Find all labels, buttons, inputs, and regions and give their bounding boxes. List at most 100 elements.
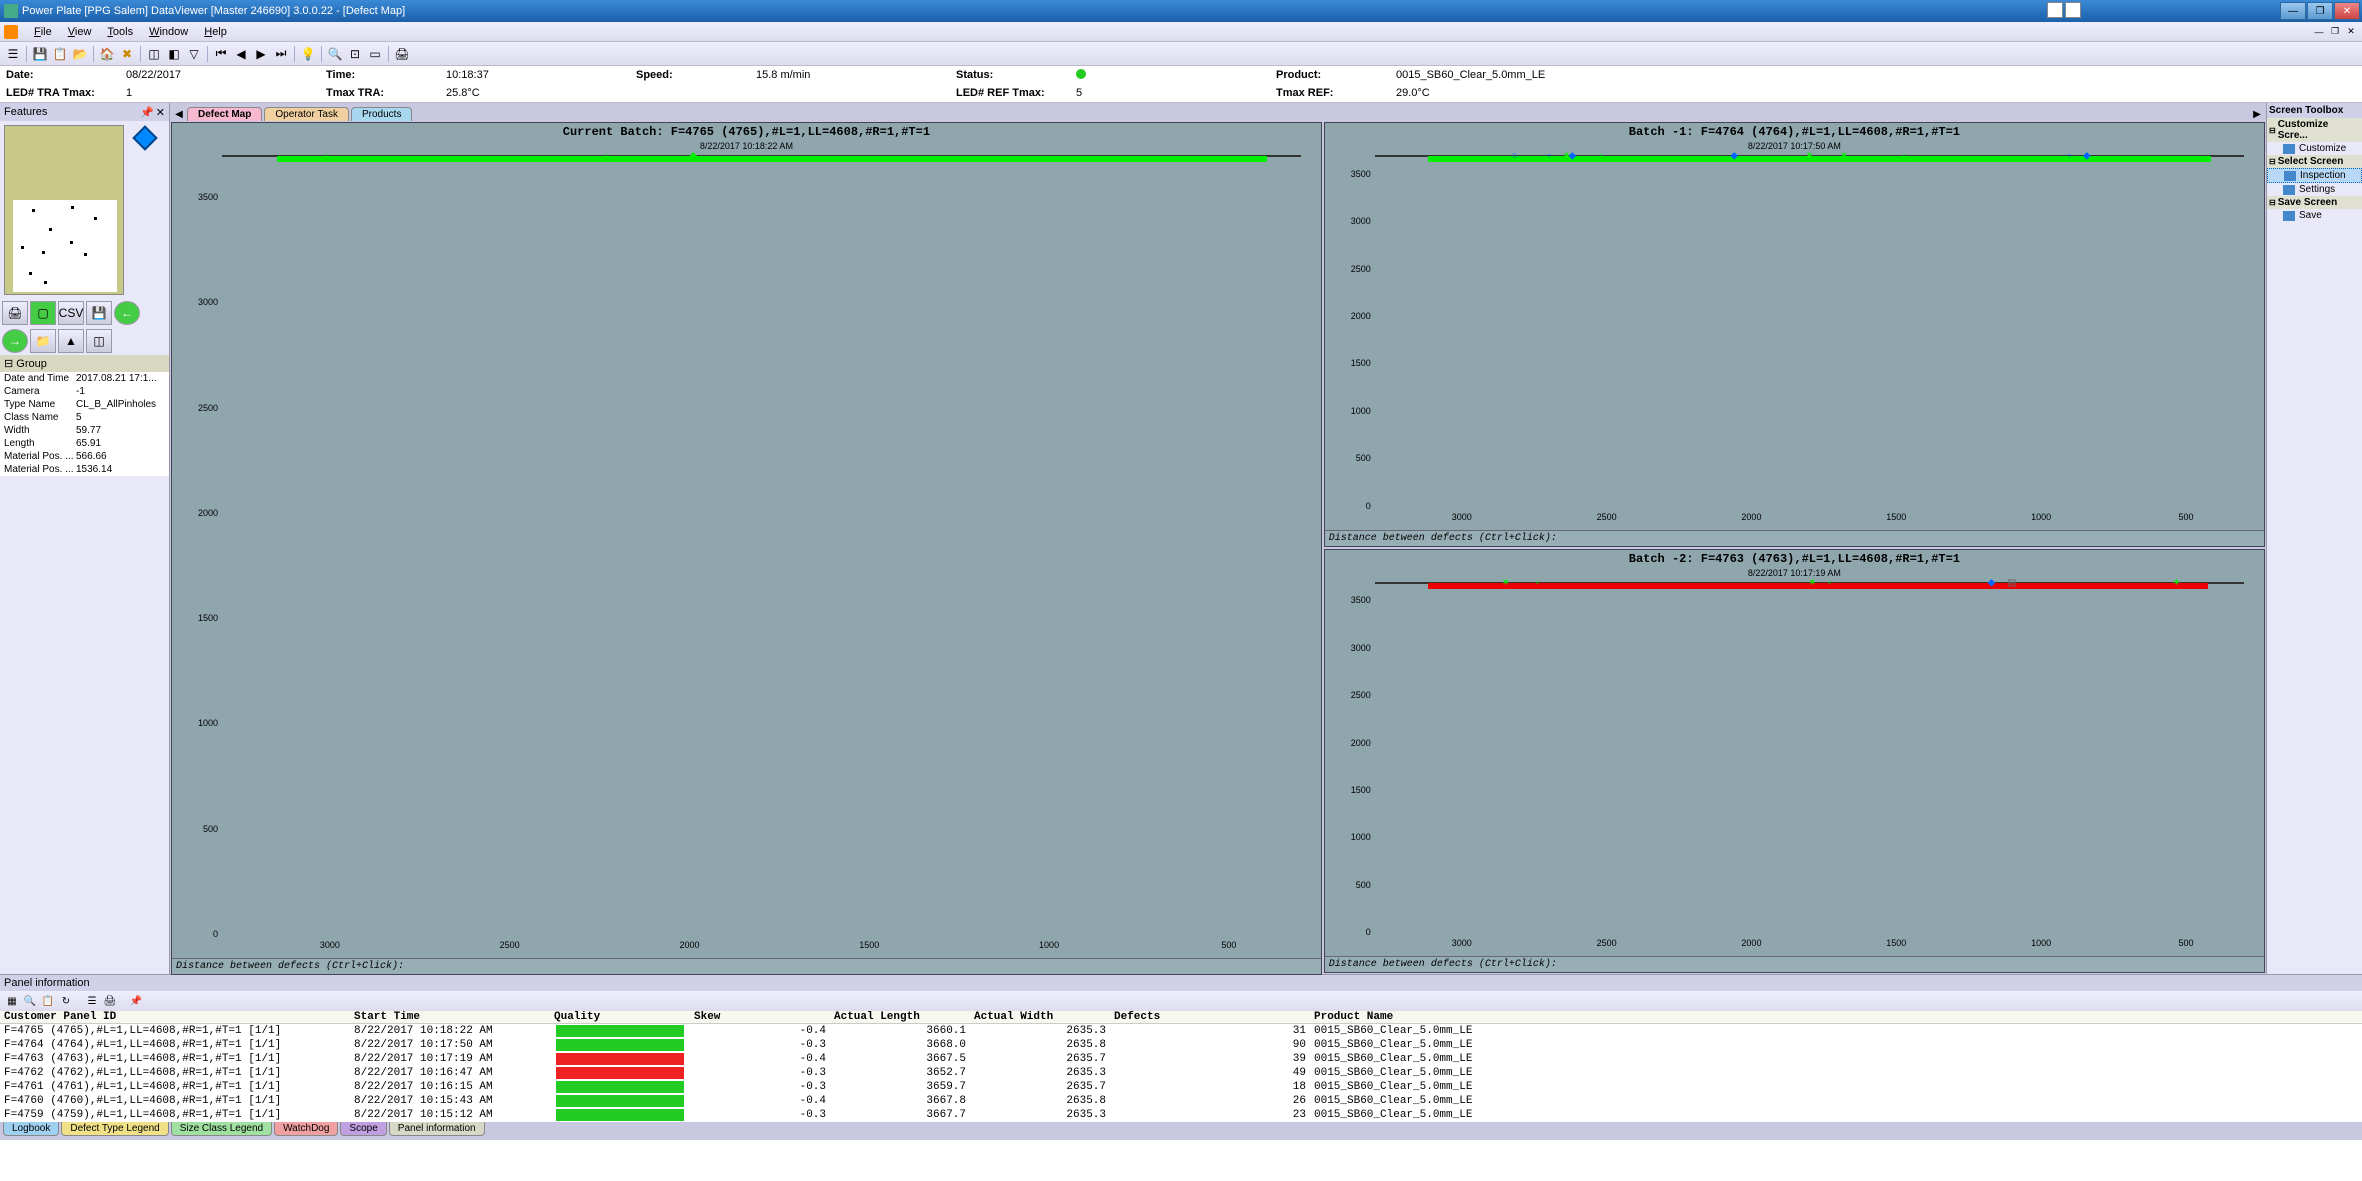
tab-defect-map[interactable]: Defect Map bbox=[187, 107, 262, 121]
tab-logbook[interactable]: Logbook bbox=[3, 1122, 59, 1136]
property-row: Material Pos. ...566.66 bbox=[0, 450, 169, 463]
chart-title: Current Batch: F=4765 (4765),#L=1,LL=460… bbox=[172, 123, 1321, 141]
chart-batch-minus-2[interactable]: Batch -2: F=4763 (4763),#L=1,LL=4608,#R=… bbox=[1324, 549, 2265, 974]
tab-scroll-left[interactable]: ◀ bbox=[172, 107, 186, 121]
tool-b-icon[interactable]: ◧ bbox=[165, 45, 183, 63]
zoom-in-icon[interactable]: 🔍 bbox=[326, 45, 344, 63]
speed-value: 15.8 m/min bbox=[750, 69, 816, 81]
save-button[interactable]: 💾 bbox=[86, 301, 112, 325]
chart-plot-area[interactable]: ▫▫◆ bbox=[222, 155, 1301, 157]
clear-icon[interactable]: ✖ bbox=[118, 45, 136, 63]
bulb-icon[interactable]: 💡 bbox=[299, 45, 317, 63]
mdi-restore-icon[interactable]: ❐ bbox=[2328, 25, 2342, 39]
table-row[interactable]: F=4761 (4761),#L=1,LL=4608,#R=1,#T=1 [1/… bbox=[0, 1080, 2362, 1094]
dropdown-icon[interactable]: ▾ bbox=[2065, 2, 2081, 18]
property-row: Material Pos. ...1536.14 bbox=[0, 463, 169, 476]
tab-defect-legend[interactable]: Defect Type Legend bbox=[61, 1122, 168, 1136]
zoom-rect-icon[interactable]: ▭ bbox=[366, 45, 384, 63]
tool-1-icon[interactable]: ☰ bbox=[4, 45, 22, 63]
tab-scope[interactable]: Scope bbox=[340, 1122, 386, 1136]
tool-a-icon[interactable]: ◫ bbox=[145, 45, 163, 63]
expand-icon[interactable]: ⛶ bbox=[2047, 2, 2063, 18]
toolbox-item[interactable]: Inspection bbox=[2267, 168, 2362, 183]
save-icon[interactable]: 💾 bbox=[31, 45, 49, 63]
forward-button[interactable]: → bbox=[2, 329, 28, 353]
toolbox-section[interactable]: Customize Scre... bbox=[2267, 118, 2362, 142]
property-row: Class Name5 bbox=[0, 411, 169, 424]
toolbox-item[interactable]: Save bbox=[2267, 209, 2362, 222]
pi-pin-icon[interactable]: 📌 bbox=[128, 993, 144, 1009]
speed-label: Speed: bbox=[630, 69, 750, 81]
csv-button[interactable]: CSV bbox=[58, 301, 84, 325]
chart-plot-area[interactable]: ◆▤▫✶▫✶✶ bbox=[1375, 582, 2244, 584]
last-icon[interactable]: ⏭ bbox=[272, 45, 290, 63]
chart-batch-minus-1[interactable]: Batch -1: F=4764 (4764),#L=1,LL=4608,#R=… bbox=[1324, 122, 2265, 547]
mdi-minimize-icon[interactable]: — bbox=[2312, 25, 2326, 39]
prev-icon[interactable]: ◀ bbox=[232, 45, 250, 63]
view-button[interactable]: ▢ bbox=[30, 301, 56, 325]
mdi-close-icon[interactable]: ✕ bbox=[2344, 25, 2358, 39]
tab-watchdog[interactable]: WatchDog bbox=[274, 1122, 338, 1136]
pi-tool-5-icon[interactable]: ☰ bbox=[84, 993, 100, 1009]
next-icon[interactable]: ▶ bbox=[252, 45, 270, 63]
toolbox-section[interactable]: Save Screen bbox=[2267, 196, 2362, 209]
open-icon[interactable]: 📂 bbox=[71, 45, 89, 63]
pi-print-icon[interactable]: 🖨 bbox=[102, 993, 118, 1009]
pin-icon[interactable]: 📌 bbox=[140, 106, 154, 119]
tool-d-button[interactable]: ◫ bbox=[86, 329, 112, 353]
chart-plot-area[interactable]: ○▫◆◆▫▫◆▫✶✶✶ bbox=[1375, 155, 2244, 157]
close-button[interactable]: ✕ bbox=[2334, 2, 2360, 20]
toolbox-section[interactable]: Select Screen bbox=[2267, 155, 2362, 168]
tab-products[interactable]: Products bbox=[351, 107, 412, 121]
pi-tool-4-icon[interactable]: ↻ bbox=[58, 993, 74, 1009]
column-header[interactable]: Product Name bbox=[1310, 1011, 1560, 1023]
column-header[interactable]: Defects bbox=[1110, 1011, 1310, 1023]
back-button[interactable]: ← bbox=[114, 301, 140, 325]
close-panel-icon[interactable]: ✕ bbox=[156, 106, 165, 119]
pi-tool-3-icon[interactable]: 📋 bbox=[40, 993, 56, 1009]
print-icon[interactable]: 🖨 bbox=[393, 45, 411, 63]
tmax-tra-value: 25.8°C bbox=[440, 87, 486, 99]
filter-icon[interactable]: ▽ bbox=[185, 45, 203, 63]
tool-c-button[interactable]: ▲ bbox=[58, 329, 84, 353]
copy-icon[interactable]: 📋 bbox=[51, 45, 69, 63]
panel-info-title: Panel information bbox=[0, 975, 2362, 991]
home-icon[interactable]: 🏠 bbox=[98, 45, 116, 63]
table-row[interactable]: F=4765 (4765),#L=1,LL=4608,#R=1,#T=1 [1/… bbox=[0, 1024, 2362, 1038]
print-preview-button[interactable]: 🖨 bbox=[2, 301, 28, 325]
column-header[interactable]: Quality bbox=[550, 1011, 690, 1023]
tab-panel-info[interactable]: Panel information bbox=[389, 1122, 485, 1136]
chart-current-batch[interactable]: Current Batch: F=4765 (4765),#L=1,LL=460… bbox=[171, 122, 1322, 975]
window-title: Power Plate [PPG Salem] DataViewer [Mast… bbox=[22, 5, 405, 17]
toolbox-item[interactable]: Customize bbox=[2267, 142, 2362, 155]
table-row[interactable]: F=4763 (4763),#L=1,LL=4608,#R=1,#T=1 [1/… bbox=[0, 1052, 2362, 1066]
column-header[interactable]: Actual Width bbox=[970, 1011, 1110, 1023]
menu-help[interactable]: Help bbox=[196, 26, 235, 38]
tab-operator-task[interactable]: Operator Task bbox=[264, 107, 349, 121]
table-row[interactable]: F=4764 (4764),#L=1,LL=4608,#R=1,#T=1 [1/… bbox=[0, 1038, 2362, 1052]
toolbar: ☰ 💾 📋 📂 🏠 ✖ ◫ ◧ ▽ ⏮ ◀ ▶ ⏭ 💡 🔍 ⊡ ▭ 🖨 bbox=[0, 42, 2362, 66]
table-row[interactable]: F=4762 (4762),#L=1,LL=4608,#R=1,#T=1 [1/… bbox=[0, 1066, 2362, 1080]
folder-button[interactable]: 📁 bbox=[30, 329, 56, 353]
pi-tool-1-icon[interactable]: ▦ bbox=[4, 993, 20, 1009]
menu-tools[interactable]: Tools bbox=[99, 26, 141, 38]
column-header[interactable]: Skew bbox=[690, 1011, 830, 1023]
zoom-fit-icon[interactable]: ⊡ bbox=[346, 45, 364, 63]
pi-tool-2-icon[interactable]: 🔍 bbox=[22, 993, 38, 1009]
property-row: Camera-1 bbox=[0, 385, 169, 398]
column-header[interactable]: Actual Length bbox=[830, 1011, 970, 1023]
table-row[interactable]: F=4759 (4759),#L=1,LL=4608,#R=1,#T=1 [1/… bbox=[0, 1108, 2362, 1122]
menu-file[interactable]: File bbox=[26, 26, 60, 38]
tab-size-legend[interactable]: Size Class Legend bbox=[171, 1122, 272, 1136]
column-header[interactable]: Start Time bbox=[350, 1011, 550, 1023]
toolbox-item[interactable]: Settings bbox=[2267, 183, 2362, 196]
maximize-button[interactable]: ❐ bbox=[2307, 2, 2333, 20]
minimize-button[interactable]: — bbox=[2280, 2, 2306, 20]
tab-scroll-right[interactable]: ▶ bbox=[2250, 107, 2264, 121]
menu-window[interactable]: Window bbox=[141, 26, 196, 38]
table-row[interactable]: F=4760 (4760),#L=1,LL=4608,#R=1,#T=1 [1/… bbox=[0, 1094, 2362, 1108]
group-section[interactable]: ⊟ Group bbox=[0, 355, 169, 372]
column-header[interactable]: Customer Panel ID bbox=[0, 1011, 350, 1023]
menu-view[interactable]: View bbox=[60, 26, 100, 38]
first-icon[interactable]: ⏮ bbox=[212, 45, 230, 63]
